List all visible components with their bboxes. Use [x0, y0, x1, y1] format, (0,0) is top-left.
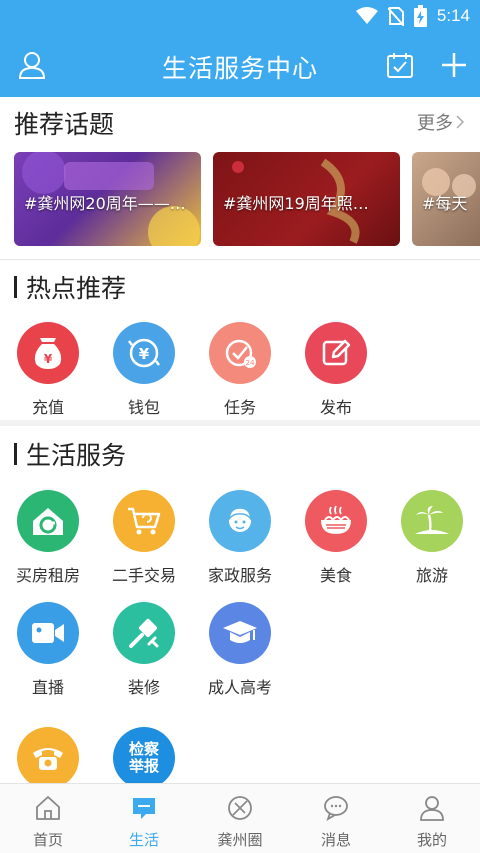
- recharge-item[interactable]: ¥ 充值: [0, 322, 96, 418]
- app-bar: 生活服务中心: [0, 33, 480, 97]
- battery-charging-icon: [413, 5, 427, 27]
- nav-home[interactable]: 首页: [0, 784, 96, 853]
- service-travel[interactable]: 旅游: [384, 490, 480, 586]
- nav-label: 生活: [128, 831, 159, 849]
- nav-label: 龚州圈: [217, 831, 263, 849]
- wallet-label: 钱包: [127, 398, 160, 417]
- service-report[interactable]: 检察举报: [96, 727, 192, 783]
- nav-messages[interactable]: 消息: [288, 784, 384, 853]
- bottom-nav: 首页 生活 龚州圈 消息 我的: [0, 783, 480, 853]
- service-secondhand[interactable]: 二手交易: [96, 490, 192, 586]
- service-label: 旅游: [415, 566, 448, 585]
- service-label: 买房租房: [15, 566, 80, 585]
- service-adult-exam[interactable]: 成人高考: [192, 602, 288, 698]
- topic-card[interactable]: #每天: [412, 152, 480, 246]
- services-section-title: 生活服务: [14, 436, 126, 472]
- svg-text:24: 24: [246, 359, 255, 367]
- cart-icon: [113, 490, 175, 552]
- service-live[interactable]: 直播: [0, 602, 96, 698]
- main-content[interactable]: 推荐话题 更多 #龚州网20周年——… #龚州网19周年照… #每天 热点推荐 …: [0, 97, 480, 783]
- housekeeping-icon: [209, 490, 271, 552]
- task-item[interactable]: 24 任务: [192, 322, 288, 418]
- palm-tree-icon: [401, 490, 463, 552]
- brush-icon: [113, 602, 175, 664]
- topic-label: #每天: [422, 194, 468, 213]
- more-topics-link[interactable]: 更多: [417, 109, 464, 135]
- edit-icon: [305, 322, 367, 384]
- nav-label: 消息: [320, 831, 351, 849]
- topic-label: #龚州网20周年——…: [24, 194, 186, 213]
- service-label: 成人高考: [207, 678, 272, 697]
- service-housekeeping[interactable]: 家政服务: [192, 490, 288, 586]
- service-food[interactable]: 美食: [288, 490, 384, 586]
- topic-label: #龚州网19周年照…: [223, 194, 369, 213]
- recharge-label: 充值: [31, 398, 64, 417]
- hot-section-title: 热点推荐: [14, 269, 126, 305]
- no-sim-icon: [387, 7, 404, 26]
- publish-item[interactable]: 发布: [288, 322, 384, 418]
- service-decoration[interactable]: 装修: [96, 602, 192, 698]
- life-chat-icon: [133, 798, 155, 819]
- service-label: 二手交易: [111, 566, 176, 585]
- nav-label: 首页: [32, 831, 63, 849]
- service-house[interactable]: 买房租房: [0, 490, 96, 586]
- circle-compass-icon: [228, 796, 252, 820]
- section-bar: [14, 276, 17, 298]
- house-icon: [17, 490, 79, 552]
- chevron-right-icon: [456, 115, 464, 129]
- nav-circle[interactable]: 龚州圈: [192, 784, 288, 853]
- home-icon: [36, 796, 60, 820]
- task-icon: 24: [209, 322, 271, 384]
- hot-title: 热点推荐: [26, 274, 127, 303]
- checkin-button[interactable]: [382, 47, 418, 83]
- service-label: 家政服务: [207, 566, 272, 585]
- add-button[interactable]: [436, 47, 472, 83]
- nav-life[interactable]: 生活: [96, 784, 192, 853]
- svg-text:¥: ¥: [139, 345, 150, 363]
- topics-title: 推荐话题: [14, 110, 115, 139]
- svg-text:¥: ¥: [44, 352, 53, 366]
- task-label: 任务: [223, 398, 256, 417]
- wifi-icon: [355, 7, 378, 24]
- services-title: 生活服务: [26, 441, 127, 470]
- nav-label: 我的: [416, 831, 447, 849]
- status-bar: 5:14: [0, 0, 480, 33]
- graduation-cap-icon: [209, 602, 271, 664]
- wallet-yen-icon: ¥: [113, 322, 175, 384]
- plus-icon: [442, 53, 466, 77]
- nav-mine[interactable]: 我的: [384, 784, 480, 853]
- topic-card[interactable]: #龚州网19周年照…: [213, 152, 400, 246]
- service-label: 装修: [127, 678, 160, 697]
- publish-label: 发布: [319, 398, 352, 417]
- video-camera-icon: [17, 602, 79, 664]
- service-phone[interactable]: [0, 727, 96, 783]
- more-label: 更多: [417, 113, 453, 134]
- message-icon: [324, 796, 348, 821]
- noodle-bowl-icon: [305, 490, 367, 552]
- user-icon: [420, 796, 444, 821]
- section-bar: [14, 443, 17, 465]
- money-bag-icon: ¥: [17, 322, 79, 384]
- report-badge-icon: 检察举报: [113, 727, 175, 783]
- topic-card[interactable]: #龚州网20周年——…: [14, 152, 201, 246]
- wallet-item[interactable]: ¥ 钱包: [96, 322, 192, 418]
- divider: [0, 259, 480, 260]
- status-time: 5:14: [436, 6, 470, 25]
- section-divider: [0, 420, 480, 426]
- service-label: 美食: [319, 566, 352, 585]
- topics-header: 推荐话题 更多: [0, 97, 480, 147]
- calendar-check-icon: [387, 53, 413, 78]
- report-badge-text: 检察举报: [128, 740, 159, 775]
- phone-icon: [17, 727, 79, 783]
- topics-row[interactable]: #龚州网20周年——… #龚州网19周年照… #每天: [14, 152, 480, 246]
- service-label: 直播: [31, 678, 64, 697]
